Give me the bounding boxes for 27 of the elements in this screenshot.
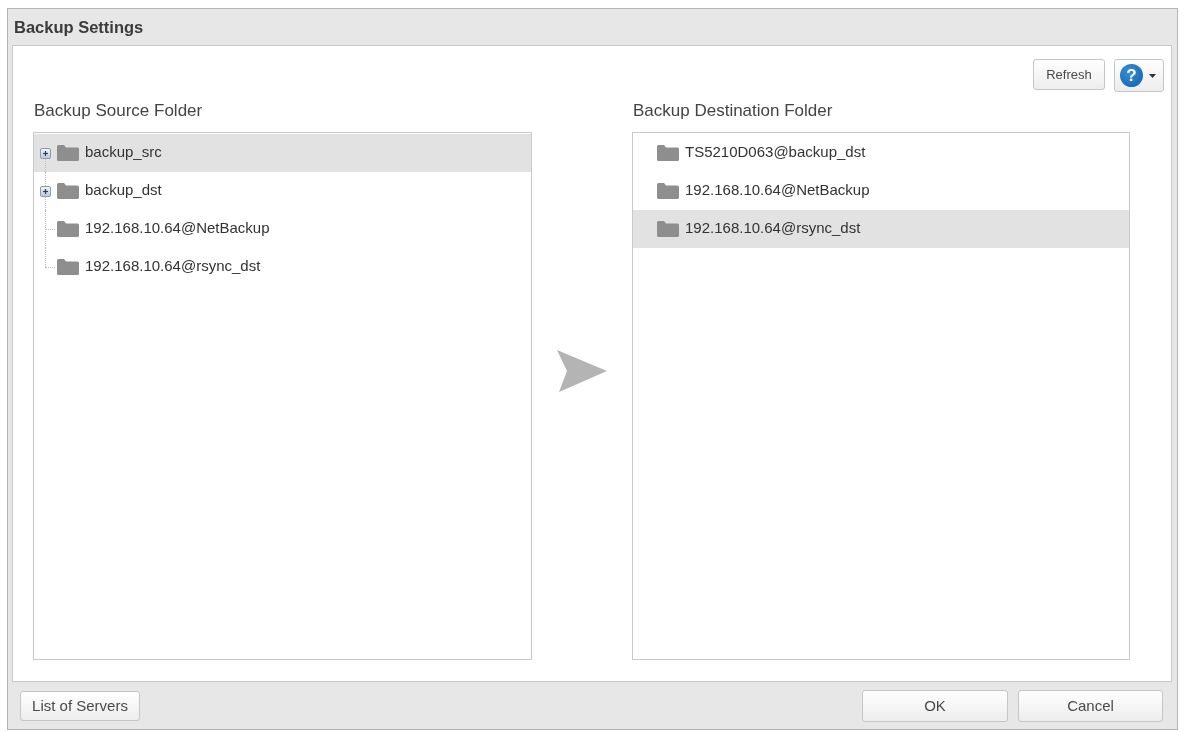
help-icon: ?	[1120, 64, 1143, 87]
tree-item[interactable]: backup_src	[34, 134, 531, 172]
cancel-button[interactable]: Cancel	[1018, 689, 1163, 722]
tree-item[interactable]: 192.168.10.64@rsync_dst	[34, 248, 531, 286]
tree-item[interactable]: 192.168.10.64@NetBackup	[34, 210, 531, 248]
folder-icon	[657, 221, 679, 237]
plus-box-icon[interactable]	[40, 147, 51, 159]
tree-item[interactable]: backup_dst	[34, 172, 531, 210]
folder-icon	[57, 259, 79, 275]
tree-item[interactable]: 192.168.10.64@rsync_dst	[633, 210, 1129, 248]
folder-icon	[57, 183, 79, 199]
refresh-button[interactable]: Refresh	[1033, 59, 1105, 90]
list-of-servers-button[interactable]: List of Servers	[20, 690, 140, 721]
section-label: Backup Source Folder	[34, 102, 203, 120]
window-title: Backup Settings	[14, 17, 144, 37]
plus-box-icon[interactable]	[40, 185, 51, 197]
folder-icon	[57, 145, 79, 161]
arrow-icon	[557, 350, 607, 392]
folder-icon	[57, 221, 79, 237]
caret-icon	[1149, 73, 1156, 78]
section-label: Backup Destination Folder	[633, 102, 833, 120]
help-button[interactable]: ?	[1114, 59, 1164, 92]
ok-button[interactable]: OK	[862, 689, 1008, 722]
folder-icon	[657, 183, 679, 199]
tree-item[interactable]: 192.168.10.64@NetBackup	[633, 172, 1129, 210]
folder-icon	[657, 145, 679, 161]
tree-item[interactable]: TS5210D063@backup_dst	[633, 134, 1129, 172]
